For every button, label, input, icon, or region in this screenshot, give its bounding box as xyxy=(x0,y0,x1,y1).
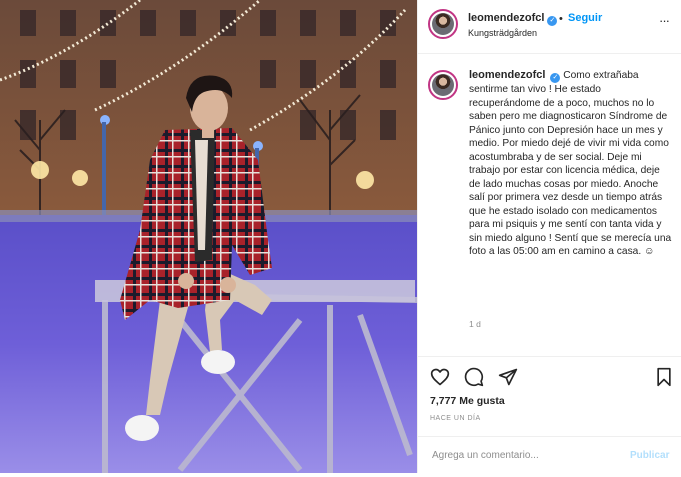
caption-text-block: leomendezofcl ✓ Como extrañaba sentirme t… xyxy=(469,69,672,259)
comment-icon[interactable] xyxy=(464,367,484,392)
post-header: leomendezofcl ✓ • Seguir Kungsträdgården … xyxy=(418,0,681,54)
follow-button[interactable]: Seguir xyxy=(568,12,602,24)
share-icon[interactable] xyxy=(498,367,518,392)
avatar-image xyxy=(432,13,454,35)
post-actions: 7,777 Me gusta HACE UN DÍA Publicar xyxy=(418,356,681,477)
username-link[interactable]: leomendezofcl ✓ xyxy=(468,12,558,26)
photo-scene xyxy=(0,0,417,473)
instagram-post: leomendezofcl ✓ • Seguir Kungsträdgården … xyxy=(0,0,681,473)
heart-icon[interactable] xyxy=(430,367,450,392)
avatar-image xyxy=(432,74,454,96)
publish-button[interactable]: Publicar xyxy=(630,450,669,461)
post-side-panel: leomendezofcl ✓ • Seguir Kungsträdgården … xyxy=(417,0,681,473)
more-options-icon[interactable]: ··· xyxy=(659,13,670,28)
likes-count[interactable]: 7,777 Me gusta xyxy=(430,395,505,407)
verified-badge-icon: ✓ xyxy=(547,16,558,26)
avatar[interactable] xyxy=(428,70,458,100)
avatar[interactable] xyxy=(428,9,458,39)
location-link[interactable]: Kungsträdgården xyxy=(468,28,537,38)
separator-dot: • xyxy=(559,13,563,25)
post-date[interactable]: HACE UN DÍA xyxy=(430,415,481,422)
bookmark-icon[interactable] xyxy=(655,367,673,392)
verified-badge-icon: ✓ xyxy=(550,73,561,83)
comment-input[interactable] xyxy=(430,449,624,462)
add-comment-bar: Publicar xyxy=(418,436,681,477)
caption-body: Como extrañaba sentirme tan vivo ! He es… xyxy=(469,70,672,257)
caption-username[interactable]: leomendezofcl xyxy=(469,69,545,81)
username-text[interactable]: leomendezofcl xyxy=(468,12,544,24)
caption-timestamp[interactable]: 1 d xyxy=(469,319,481,329)
post-photo[interactable] xyxy=(0,0,417,473)
